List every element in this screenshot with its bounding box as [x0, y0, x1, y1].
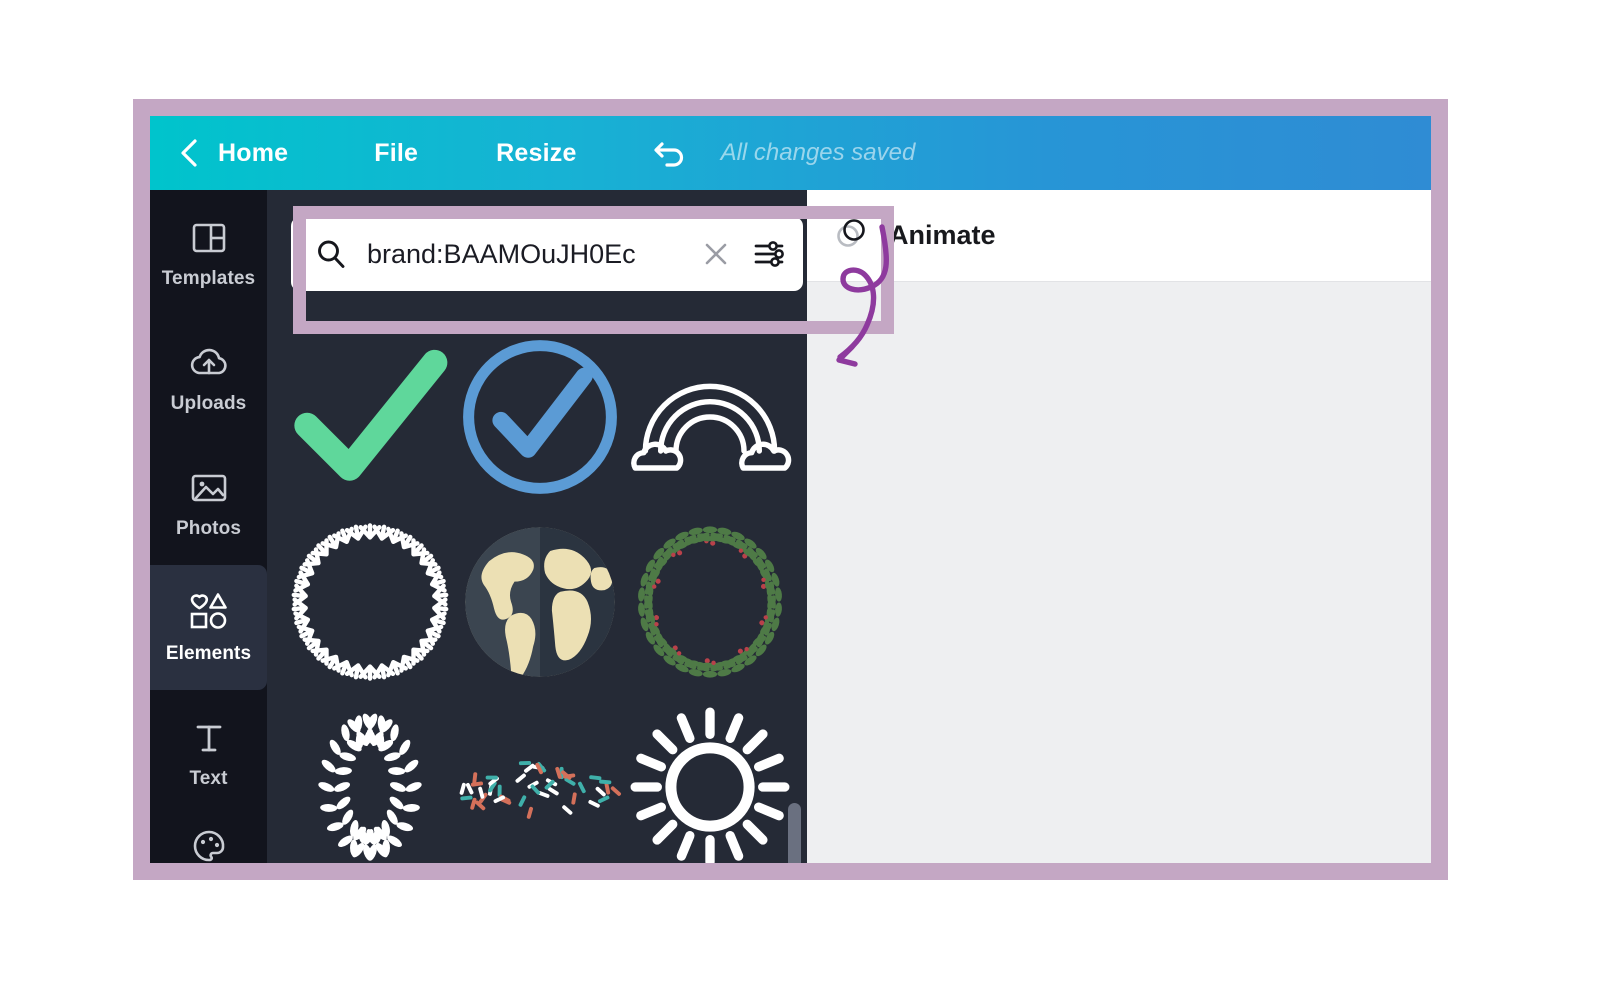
palette-icon — [189, 824, 229, 863]
save-status-text: All changes saved — [720, 139, 916, 166]
elements-grid — [267, 318, 807, 863]
text-icon — [190, 715, 228, 757]
element-thumb-green-checkmark[interactable] — [285, 332, 455, 502]
sidebar-label: Text — [189, 768, 228, 789]
sidebar-item-text[interactable]: Text — [150, 690, 267, 815]
right-panel: Animate — [807, 190, 1431, 863]
element-thumb-laurel-branches[interactable] — [285, 702, 455, 864]
elements-panel: brand:BAAMOuJH0Ec — [267, 190, 807, 863]
undo-arrow-icon[interactable] — [651, 133, 691, 173]
element-thumb-leaf-ring-wreath[interactable] — [285, 517, 455, 687]
cloud-upload-icon — [188, 340, 230, 382]
panel-scrollbar[interactable] — [788, 803, 801, 863]
search-area: brand:BAAMOuJH0Ec — [267, 190, 807, 318]
animate-title: Animate — [889, 220, 996, 250]
top-bar: Home File Resize All changes saved — [150, 116, 1431, 190]
chevron-left-icon[interactable] — [176, 138, 202, 168]
animate-header[interactable]: Animate — [807, 190, 1431, 282]
app-frame: Home File Resize All changes saved Templ… — [133, 99, 1448, 880]
element-thumb-rainbow-clouds[interactable] — [625, 332, 795, 502]
close-icon[interactable] — [701, 239, 731, 269]
photo-icon — [189, 465, 229, 507]
sidebar-item-elements[interactable]: Elements — [150, 565, 267, 690]
left-sidebar: Templates Uploads Photos Elements Text — [150, 190, 267, 863]
menu-item-resize[interactable]: Resize — [496, 139, 576, 168]
search-input[interactable]: brand:BAAMOuJH0Ec — [291, 217, 803, 291]
search-input-value[interactable]: brand:BAAMOuJH0Ec — [367, 239, 701, 270]
sliders-icon[interactable] — [753, 238, 785, 270]
element-thumb-confetti-sprinkles[interactable] — [455, 702, 625, 864]
app-window: Home File Resize All changes saved Templ… — [150, 116, 1431, 863]
sidebar-label: Templates — [161, 268, 256, 289]
templates-icon — [190, 215, 228, 257]
shapes-icon — [186, 590, 232, 632]
element-thumb-sun-rays[interactable] — [625, 702, 795, 864]
sidebar-label: Uploads — [170, 393, 247, 414]
sidebar-label: Photos — [176, 518, 241, 539]
menu-item-home[interactable]: Home — [218, 139, 288, 168]
animate-body — [807, 282, 1431, 863]
sidebar-item-templates[interactable]: Templates — [150, 190, 267, 315]
sidebar-item-background[interactable] — [150, 815, 267, 863]
search-icon — [315, 238, 347, 270]
sidebar-label: Elements — [165, 643, 252, 664]
sidebar-item-photos[interactable]: Photos — [150, 440, 267, 565]
element-thumb-earth-globe[interactable] — [455, 517, 625, 687]
sidebar-item-uploads[interactable]: Uploads — [150, 315, 267, 440]
element-thumb-berry-leaf-wreath[interactable] — [625, 517, 795, 687]
animate-circles-icon — [833, 215, 869, 256]
menu-item-file[interactable]: File — [374, 139, 418, 168]
element-thumb-blue-circled-checkmark[interactable] — [455, 332, 625, 502]
